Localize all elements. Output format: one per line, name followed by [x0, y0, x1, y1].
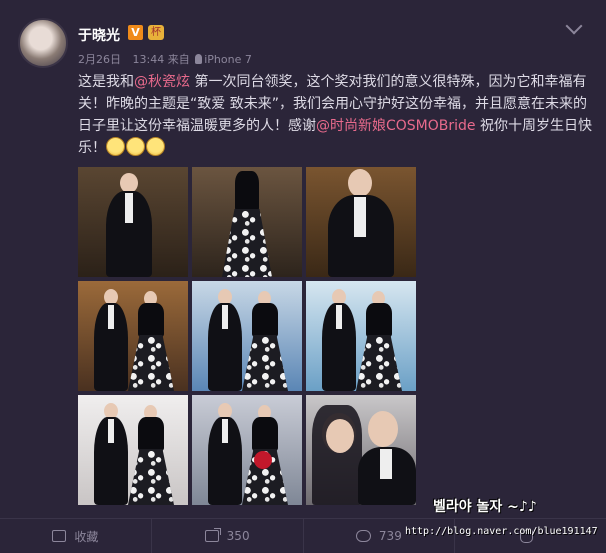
figure-shirt: [354, 197, 366, 237]
figure-shirt: [108, 305, 114, 329]
photo-thumbnail[interactable]: [306, 167, 416, 277]
username[interactable]: 于晓光: [78, 25, 120, 45]
vip-badge-icon: V: [128, 25, 143, 40]
favorite-button[interactable]: 收藏: [0, 519, 152, 553]
figure-woman: [235, 171, 259, 211]
share-icon: [204, 528, 221, 542]
source-device: iPhone 7: [204, 53, 252, 66]
photo-thumbnail[interactable]: [78, 167, 188, 277]
photo-thumbnail[interactable]: [306, 281, 416, 391]
share-button[interactable]: 350: [152, 519, 304, 553]
photo-thumbnail[interactable]: [306, 395, 416, 505]
photo-thumbnail[interactable]: [192, 395, 302, 505]
weibo-post-card: 于晓光 V 杯 2月26日 13:44 来自 iPhone 7 这是我和@秋瓷炫…: [0, 0, 606, 553]
figure-shirt: [108, 419, 114, 443]
emoji-face-icon: [126, 137, 145, 156]
figure-skirt: [242, 335, 288, 391]
figure-shirt: [336, 305, 342, 329]
photo-thumbnail[interactable]: [78, 395, 188, 505]
figure-woman: [138, 417, 164, 451]
medal-icon: 杯: [148, 25, 164, 40]
mention-link[interactable]: @秋瓷炫: [134, 74, 190, 90]
watermark-url: http://blog.naver.com/blue191147: [405, 526, 598, 537]
post-meta: 2月26日 13:44 来自 iPhone 7: [78, 51, 252, 67]
post-time: 13:44: [132, 53, 165, 66]
figure-woman: [138, 303, 164, 337]
phone-icon: [195, 54, 203, 64]
share-count: 350: [226, 529, 250, 543]
figure-skirt: [222, 209, 272, 277]
figure-woman: [366, 303, 392, 337]
figure-face: [326, 419, 354, 453]
figure-shirt: [380, 449, 392, 479]
figure-skirt: [128, 449, 174, 505]
comment-icon: [355, 530, 371, 542]
figure-face: [368, 411, 398, 447]
emoji-face-icon: [106, 137, 125, 156]
figure-skirt: [356, 335, 402, 391]
comment-count: 739: [378, 529, 402, 543]
emoji-face-icon: [146, 137, 165, 156]
post-text: 这是我和@秋瓷炫 第一次同台领奖，这个奖对我们的意义很特殊，因为它和幸福有关！昨…: [78, 71, 598, 159]
figure-woman: [252, 417, 278, 451]
chevron-down-icon[interactable]: [565, 17, 583, 35]
photo-thumbnail[interactable]: [78, 281, 188, 391]
favorite-label: 收藏: [74, 529, 99, 544]
photo-grid: [78, 167, 416, 505]
photo-thumbnail[interactable]: [192, 281, 302, 391]
figure-face: [120, 173, 138, 193]
post-date[interactable]: 2月26日: [78, 53, 121, 66]
post-text-segment: 这是我和: [78, 74, 134, 90]
avatar[interactable]: [18, 18, 68, 68]
source-prefix: 来自: [167, 53, 190, 66]
photo-thumbnail[interactable]: [192, 167, 302, 277]
figure-shirt: [125, 193, 133, 223]
bouquet: [254, 451, 272, 469]
figure-skirt: [128, 335, 174, 391]
figure-face: [348, 169, 372, 197]
figure-woman: [252, 303, 278, 337]
mention-link[interactable]: @时尚新娘COSMOBride: [316, 118, 476, 134]
favorite-icon: [52, 530, 67, 542]
figure-shirt: [222, 305, 228, 329]
watermark-text: 벨라야 놀자 ~♪♪: [433, 499, 537, 515]
figure-shirt: [222, 419, 228, 443]
